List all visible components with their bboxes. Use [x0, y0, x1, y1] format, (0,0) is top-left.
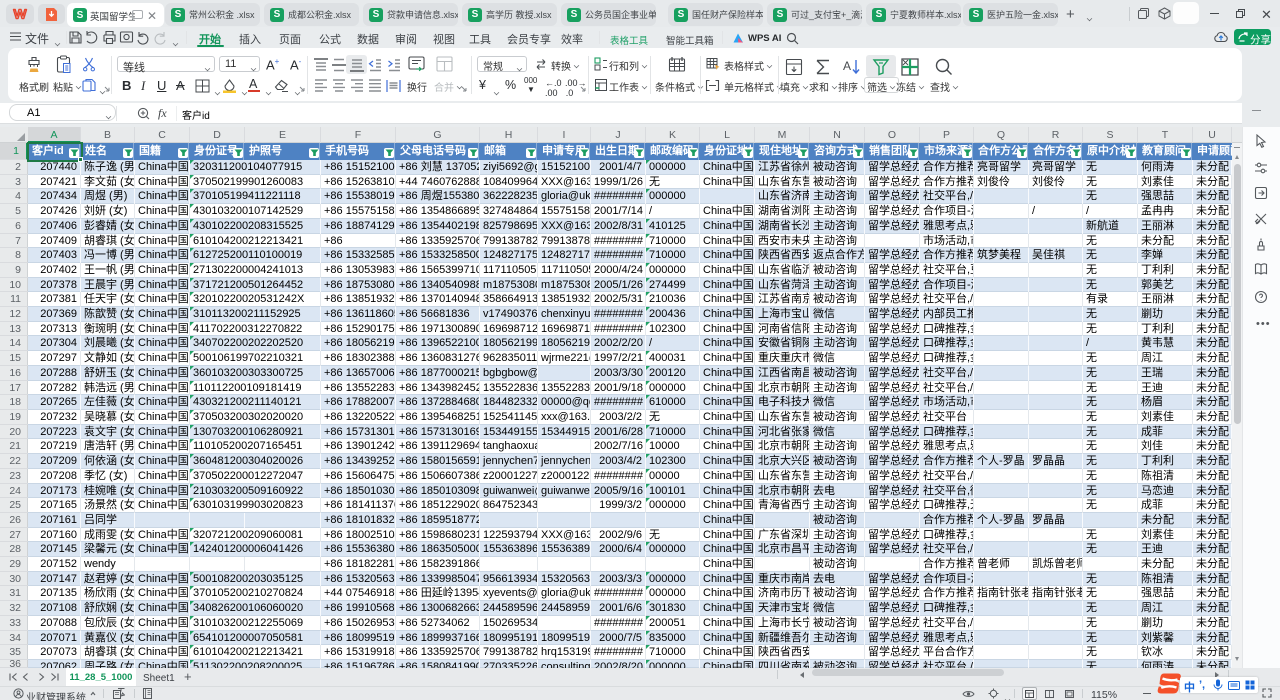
svg-text:A: A [843, 59, 851, 73]
